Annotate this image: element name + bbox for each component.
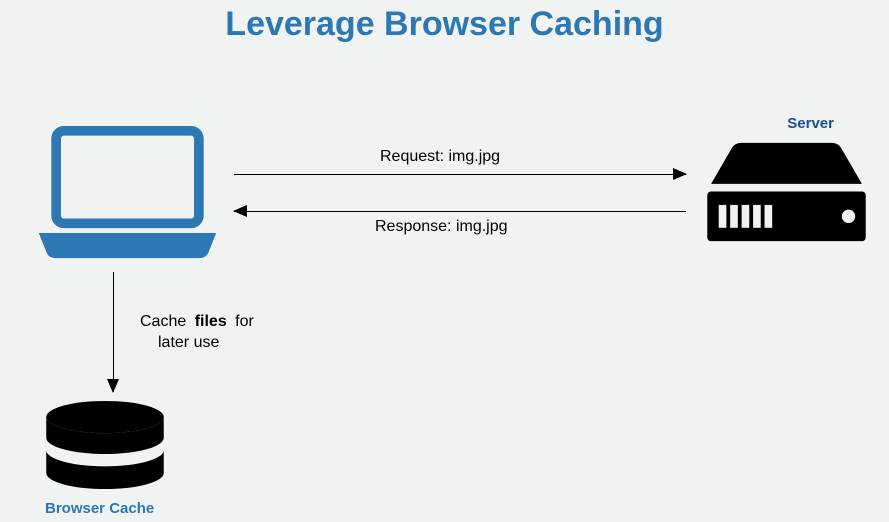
server-label: Server [787, 115, 834, 132]
cache-text-b: files [191, 313, 231, 330]
request-arrow [234, 174, 686, 175]
response-arrow [234, 211, 686, 212]
browser-cache-label: Browser Cache [45, 500, 154, 517]
laptop-icon [30, 125, 225, 260]
server-icon [704, 140, 869, 245]
cache-text-d: later use [140, 334, 219, 351]
cache-arrow [113, 272, 114, 392]
response-label: Response: img.jpg [375, 218, 508, 236]
database-icon [40, 400, 170, 490]
cache-text-a: Cache [140, 313, 186, 330]
cache-text-c: for [235, 313, 254, 330]
request-label: Request: img.jpg [380, 148, 500, 166]
page-title: Leverage Browser Caching [0, 5, 889, 44]
cache-label: Cache files for later use [140, 312, 280, 354]
